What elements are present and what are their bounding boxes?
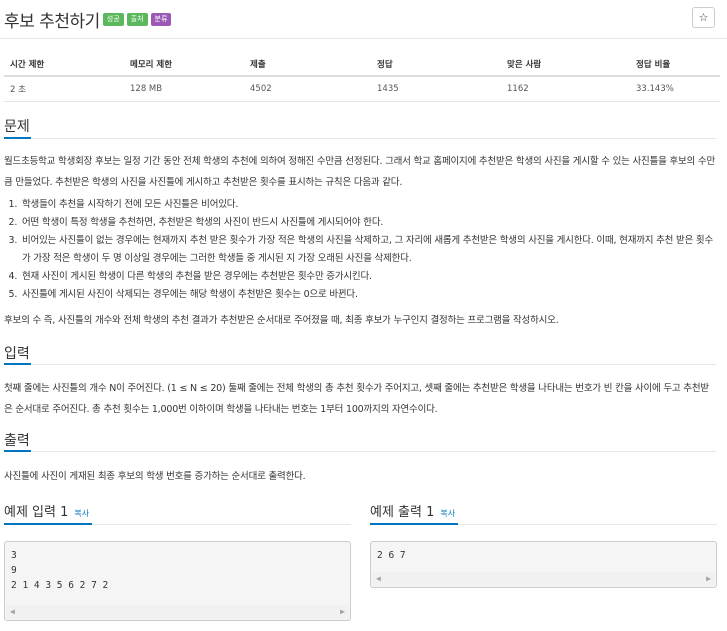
- code-line: 2 6 7: [377, 550, 406, 561]
- sample-output-box[interactable]: 2 6 7 ◀ ▶: [370, 541, 717, 588]
- problem-info-table: 시간 제한 메모리 제한 제출 정답 맞은 사람 정답 비율 2 초 128 M…: [4, 55, 720, 102]
- code-line: 9: [11, 565, 17, 576]
- output-heading-rule: [4, 451, 716, 452]
- output-description: 사진틀에 사진이 게재된 최종 후보의 학생 번호를 증가하는 순서대로 출력한…: [4, 471, 306, 482]
- header-submissions: 제출: [244, 55, 371, 77]
- value-accept-ratio: 33.143%: [630, 76, 720, 102]
- value-solvers: 1162: [501, 76, 630, 102]
- header-memory-limit: 메모리 제한: [124, 55, 244, 77]
- output-heading: 출력: [4, 433, 30, 449]
- copy-sample-output-link[interactable]: 복사: [440, 509, 455, 518]
- input-heading: 입력: [4, 346, 30, 362]
- input-heading-rule: [4, 364, 716, 365]
- list-item: 비어있는 사진틀이 없는 경우에는 현재까지 추천 받은 횟수가 가장 적은 학…: [20, 232, 720, 268]
- table-header-row: 시간 제한 메모리 제한 제출 정답 맞은 사람 정답 비율: [4, 55, 720, 77]
- sample-output-accent: [370, 523, 458, 525]
- value-memory-limit: 128 MB: [124, 76, 244, 102]
- list-item: 현재 사진이 게시된 학생이 다른 학생의 추천을 받은 경우에는 추천받은 횟…: [20, 268, 720, 286]
- scroll-left-arrow-icon[interactable]: ◀: [10, 608, 15, 616]
- header-accept-ratio: 정답 비율: [630, 55, 720, 77]
- sample-input-accent: [4, 523, 92, 525]
- copy-sample-input-link[interactable]: 복사: [74, 509, 89, 518]
- title-divider: [0, 38, 727, 39]
- header-solvers: 맞은 사람: [501, 55, 630, 77]
- sample-input-label: 예제 입력 1: [4, 505, 69, 520]
- output-heading-accent: [4, 450, 31, 452]
- label-success[interactable]: 성공: [102, 12, 124, 26]
- list-item: 사진틀에 게시된 사진이 삭제되는 경우에는 해당 학생이 추천받은 횟수는 0…: [20, 286, 720, 304]
- sample-input-box[interactable]: 3 9 2 1 4 3 5 6 2 7 2 ◀ ▶: [4, 541, 351, 621]
- label-source[interactable]: 출처: [126, 12, 148, 26]
- table-row: 2 초 128 MB 4502 1435 1162 33.143%: [4, 76, 720, 102]
- problem-heading-rule: [4, 138, 716, 139]
- scroll-right-arrow-icon[interactable]: ▶: [706, 575, 711, 583]
- horizontal-scrollbar[interactable]: ◀ ▶: [6, 605, 349, 619]
- input-heading-accent: [4, 363, 31, 365]
- value-accepted: 1435: [371, 76, 501, 102]
- problem-outro: 후보의 수 즉, 사진틀의 개수와 전체 학생의 추천 결과가 추천받은 순서대…: [4, 315, 559, 326]
- list-item: 학생들이 추천을 시작하기 전에 모든 사진틀은 비어있다.: [20, 196, 720, 214]
- value-submissions: 4502: [244, 76, 371, 102]
- input-description: 첫째 줄에는 사진틀의 개수 N이 주어진다. (1 ≤ N ≤ 20) 둘째 …: [4, 383, 709, 415]
- code-line: 3: [11, 550, 17, 561]
- scroll-right-arrow-icon[interactable]: ▶: [340, 608, 345, 616]
- horizontal-scrollbar[interactable]: ◀ ▶: [372, 572, 715, 586]
- value-time-limit: 2 초: [4, 76, 124, 102]
- sample-input-title: 예제 입력 1 복사: [4, 501, 89, 520]
- label-category[interactable]: 분류: [150, 12, 172, 26]
- code-line: 2 1 4 3 5 6 2 7 2: [11, 580, 109, 591]
- star-button[interactable]: ☆: [692, 7, 715, 28]
- page-title: 후보 추천하기: [4, 11, 100, 32]
- sample-output-label: 예제 출력 1: [370, 505, 435, 520]
- header-accepted: 정답: [371, 55, 501, 77]
- sample-output-code: 2 6 7: [371, 542, 716, 563]
- header-time-limit: 시간 제한: [4, 55, 124, 77]
- rules-list: 학생들이 추천을 시작하기 전에 모든 사진틀은 비어있다. 어떤 학생이 특정…: [4, 196, 720, 304]
- problem-heading-accent: [4, 137, 31, 139]
- sample-input-code: 3 9 2 1 4 3 5 6 2 7 2: [5, 542, 350, 593]
- problem-heading: 문제: [4, 119, 30, 135]
- problem-title-row: 후보 추천하기 성공 출처 분류: [4, 6, 172, 32]
- sample-output-title: 예제 출력 1 복사: [370, 501, 455, 520]
- star-icon: ☆: [698, 11, 709, 24]
- scroll-left-arrow-icon[interactable]: ◀: [376, 575, 381, 583]
- list-item: 어떤 학생이 특정 학생을 추천하면, 추천받은 학생의 사진이 반드시 사진틀…: [20, 214, 720, 232]
- problem-description: 월드초등학교 학생회장 후보는 일정 기간 동안 전체 학생의 추천에 의하여 …: [4, 156, 715, 188]
